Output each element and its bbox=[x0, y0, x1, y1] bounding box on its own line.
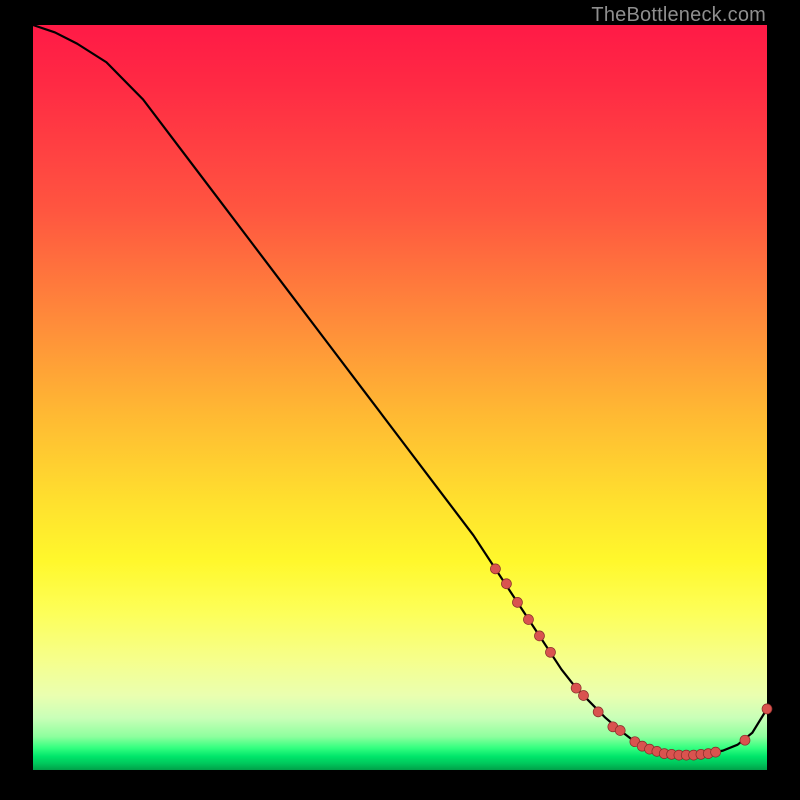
chart-svg bbox=[33, 25, 767, 770]
data-marker bbox=[545, 647, 555, 657]
data-marker bbox=[762, 704, 772, 714]
data-marker bbox=[490, 564, 500, 574]
data-marker bbox=[593, 707, 603, 717]
marker-layer bbox=[490, 564, 772, 760]
watermark-text: TheBottleneck.com bbox=[591, 4, 766, 27]
data-marker bbox=[523, 615, 533, 625]
data-marker bbox=[512, 597, 522, 607]
data-marker bbox=[711, 747, 721, 757]
plot-area bbox=[33, 25, 767, 770]
data-marker bbox=[571, 683, 581, 693]
chart-stage: TheBottleneck.com bbox=[0, 0, 800, 800]
data-marker bbox=[615, 726, 625, 736]
data-marker bbox=[579, 691, 589, 701]
curve-line bbox=[33, 25, 767, 755]
data-marker bbox=[740, 735, 750, 745]
data-marker bbox=[501, 579, 511, 589]
data-marker bbox=[534, 631, 544, 641]
